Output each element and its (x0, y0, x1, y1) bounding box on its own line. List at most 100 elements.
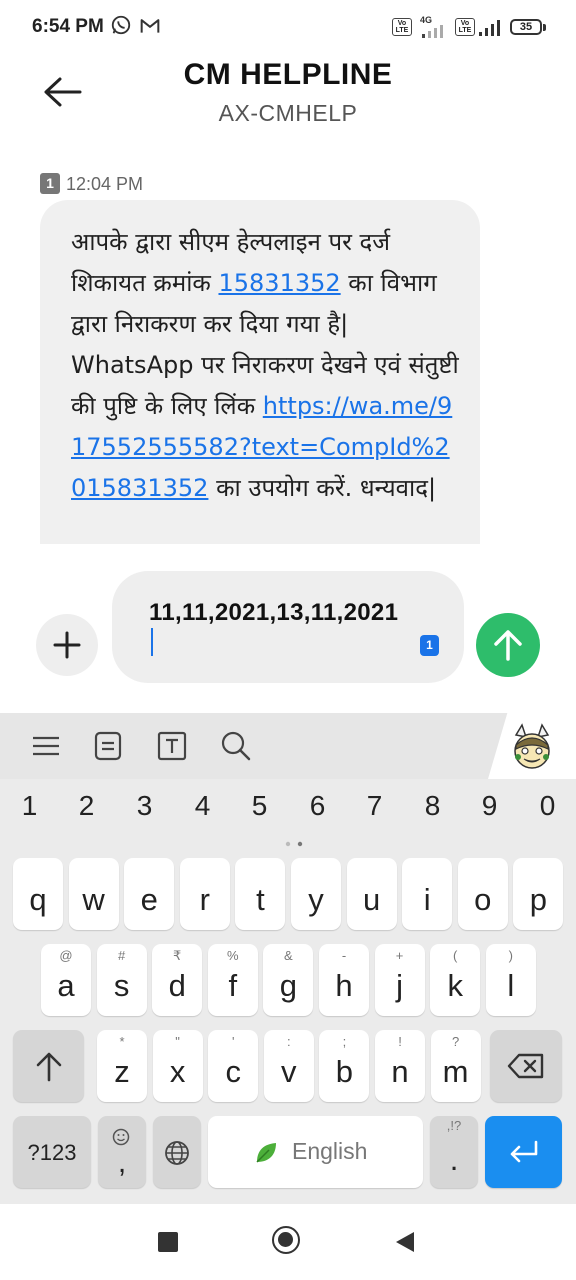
key-label: y (308, 882, 324, 917)
key-v[interactable]: :v (263, 1030, 314, 1102)
key-hint: * (119, 1034, 125, 1049)
key-e[interactable]: e (124, 858, 175, 930)
key-label: e (140, 882, 158, 917)
sim-selector-icon[interactable]: 1 (420, 635, 439, 656)
language-key[interactable] (153, 1116, 201, 1188)
key-label: o (474, 882, 492, 917)
attach-button[interactable] (36, 614, 98, 676)
emoji-comma-key[interactable]: , (98, 1116, 146, 1188)
key-label: k (447, 968, 463, 1003)
home-icon[interactable] (272, 1226, 300, 1254)
key-g[interactable]: & g (263, 944, 314, 1016)
key-hint: + (395, 948, 404, 963)
key-6[interactable]: 6 (289, 790, 346, 822)
status-time: 6:54 PM (32, 16, 104, 37)
send-button[interactable] (476, 613, 540, 677)
plus-icon (53, 631, 81, 659)
key-label: j (396, 968, 404, 1003)
key-3[interactable]: 3 (116, 790, 173, 822)
key-x[interactable]: " x (152, 1030, 203, 1102)
key-label: z (114, 1054, 130, 1089)
emoji-icon (112, 1128, 130, 1146)
enter-icon (510, 1140, 538, 1163)
space-key[interactable]: English (208, 1116, 423, 1188)
key-f[interactable]: % f (207, 944, 258, 1016)
key-label: w (82, 882, 105, 917)
key-o[interactable]: o (457, 858, 508, 930)
key-4[interactable]: 4 (174, 790, 231, 822)
key-label: q (29, 882, 47, 917)
status-bar: 6:54 PM Vo LTE 4G Vo LTE 35 (0, 0, 576, 56)
backspace-key[interactable] (490, 1030, 562, 1102)
key-hint: - (341, 948, 347, 963)
conversation-subtitle: AX-CMHELP (218, 100, 358, 126)
key-t[interactable]: t (235, 858, 286, 930)
key-s[interactable]: # s (96, 944, 147, 1016)
page-dots (285, 841, 303, 847)
key-a[interactable]: @ a (41, 944, 91, 1016)
key-w[interactable]: w (68, 858, 119, 930)
message-input[interactable]: 11,11,2021,13,11,2021 (112, 571, 464, 683)
enter-key[interactable] (485, 1116, 562, 1188)
key-y[interactable]: y (291, 858, 341, 930)
navigation-bar (0, 1204, 576, 1280)
key-9[interactable]: 9 (461, 790, 518, 822)
key-label: d (168, 968, 186, 1003)
key-hint: ) (508, 948, 513, 963)
key-0[interactable]: 0 (519, 790, 576, 822)
key-label: v (281, 1054, 297, 1089)
key-label: f (228, 968, 238, 1003)
key-label: u (362, 882, 381, 917)
message-input-value: 11,11,2021,13,11,2021 (149, 599, 399, 626)
period-key[interactable]: ,!? . (430, 1116, 478, 1188)
key-p[interactable]: p (513, 858, 564, 930)
back-nav-icon[interactable] (394, 1230, 416, 1254)
key-r[interactable]: r (179, 858, 230, 930)
menu-icon[interactable] (30, 730, 62, 762)
key-label: m (442, 1054, 469, 1089)
key-b[interactable]: ; b (319, 1030, 370, 1102)
send-arrow-icon (494, 630, 522, 661)
key-i[interactable]: i (402, 858, 453, 930)
mascot-icon[interactable] (508, 723, 556, 771)
key-8[interactable]: 8 (404, 790, 461, 822)
key-2[interactable]: 2 (58, 790, 115, 822)
clipboard-icon[interactable] (92, 730, 124, 762)
key-5[interactable]: 5 (231, 790, 288, 822)
key-c[interactable]: ' c (208, 1030, 259, 1102)
signal-icon-1 (422, 25, 443, 38)
key-j[interactable]: + j (374, 944, 425, 1016)
search-icon[interactable] (220, 730, 252, 762)
key-h[interactable]: -h (319, 944, 369, 1016)
key-n[interactable]: ! n (375, 1030, 425, 1102)
keyboard-row-3: * z " x ' c: v; b! n? m (0, 1030, 576, 1102)
key-hint: % (227, 948, 239, 963)
key-u[interactable]: u (346, 858, 397, 930)
backspace-icon (507, 1053, 544, 1079)
battery-tip (543, 24, 546, 31)
key-l[interactable]: ) l (485, 944, 536, 1016)
key-label: p (529, 882, 548, 917)
key-k[interactable]: (k (430, 944, 481, 1016)
whatsapp-icon (111, 15, 131, 35)
key-hint: ? (451, 1034, 460, 1049)
signal-icon-2 (479, 20, 500, 36)
shift-key[interactable] (13, 1030, 84, 1102)
key-hint: ' (231, 1034, 235, 1049)
key-d[interactable]: ₹ d (152, 944, 203, 1016)
complaint-number-link[interactable]: 15831352 (218, 269, 340, 297)
message-bubble[interactable]: आपके द्वारा सीएम हेल्पलाइन पर दर्ज शिकाय… (40, 200, 480, 544)
text-format-icon[interactable] (156, 730, 188, 762)
key-hint: @ (59, 948, 73, 963)
key-m[interactable]: ? m (430, 1030, 481, 1102)
volte-icon-2: Vo LTE (455, 18, 475, 36)
key-z[interactable]: * z (97, 1030, 147, 1102)
key-hint: # (117, 948, 126, 963)
message-text: आपके द्वारा सीएम हेल्पलाइन पर दर्ज शिकाय… (71, 222, 461, 509)
key-q[interactable]: q (13, 858, 63, 930)
key-7[interactable]: 7 (346, 790, 403, 822)
recents-icon[interactable] (158, 1232, 178, 1252)
symbols-key[interactable]: ?123 (13, 1116, 91, 1188)
key-1[interactable]: 1 (1, 790, 58, 822)
symbols-key-label: ?123 (27, 1140, 77, 1165)
